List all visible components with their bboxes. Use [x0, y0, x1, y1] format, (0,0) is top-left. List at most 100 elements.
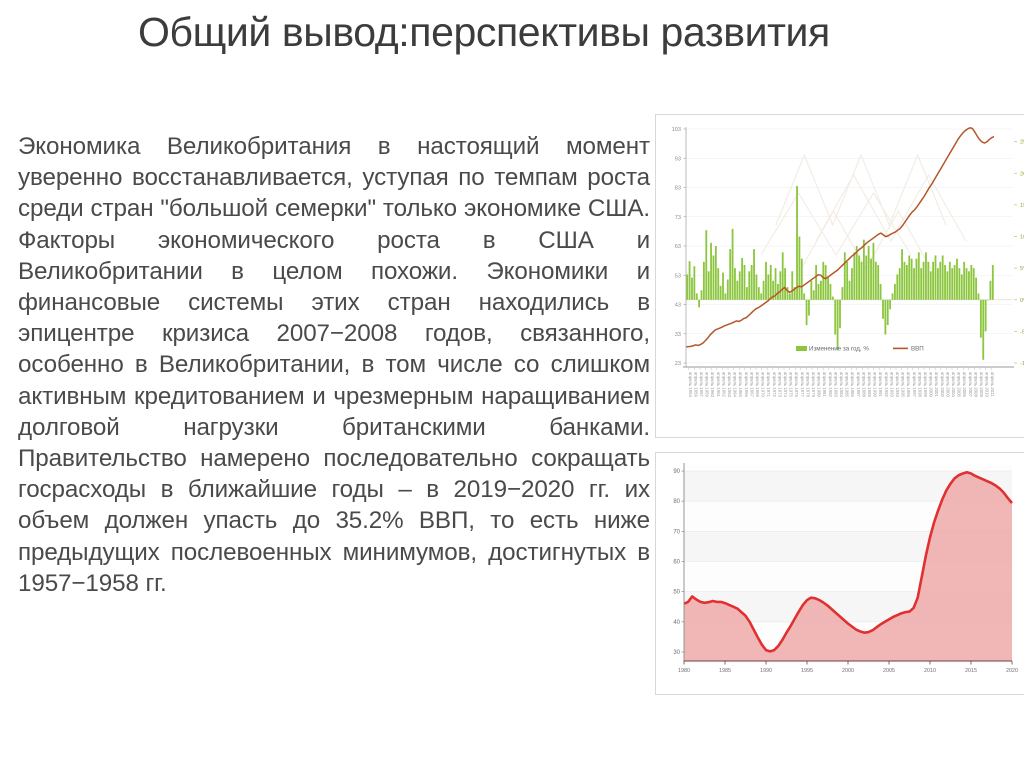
svg-text:апрель 1992: апрель 1992	[884, 372, 889, 397]
svg-text:2000: 2000	[842, 668, 854, 674]
svg-text:апрель 1960: апрель 1960	[710, 372, 715, 397]
svg-text:апрель 1995: апрель 1995	[901, 372, 906, 397]
svg-text:50: 50	[673, 590, 680, 596]
svg-text:60: 60	[673, 559, 680, 565]
svg-text:апрель 1979: апрель 1979	[811, 372, 816, 397]
svg-text:апрель 2009: апрель 2009	[979, 372, 984, 397]
svg-text:1980: 1980	[678, 668, 690, 674]
svg-text:апрель 2003: апрель 2003	[945, 372, 950, 397]
chart-gridlines	[686, 128, 1012, 364]
svg-text:1995: 1995	[801, 668, 813, 674]
svg-text:апрель 2011: апрель 2011	[990, 372, 995, 397]
svg-text:апрель 1991: апрель 1991	[878, 372, 883, 397]
svg-text:апрель 2001: апрель 2001	[934, 372, 939, 397]
svg-text:апрель 1997: апрель 1997	[912, 372, 917, 397]
svg-text:0%: 0%	[1020, 298, 1024, 304]
svg-text:30: 30	[673, 650, 680, 656]
svg-text:апрель 1986: апрель 1986	[850, 372, 855, 397]
chart-x-axis-labels: 1980 1985 1990 1995 2000 2005 2010 2015 2020	[678, 661, 1018, 674]
svg-text:апрель 1984: апрель 1984	[839, 372, 844, 397]
svg-text:апрель 2006: апрель 2006	[962, 372, 967, 397]
svg-text:53: 53	[675, 273, 681, 279]
page-title: Общий вывод:перспективы развития	[138, 9, 830, 55]
svg-text:63: 63	[675, 244, 681, 250]
svg-text:80: 80	[673, 499, 680, 505]
chart-y-axis-labels: 90 80 70 60 50 40 30	[673, 469, 684, 656]
svg-text:апрель 1976: апрель 1976	[794, 372, 799, 397]
svg-text:апрель 2005: апрель 2005	[957, 372, 962, 397]
svg-text:апрель 1963: апрель 1963	[727, 372, 732, 397]
svg-text:апрель 1967: апрель 1967	[749, 372, 754, 397]
svg-text:апрель 1970: апрель 1970	[761, 372, 766, 397]
svg-text:апрель 2010: апрель 2010	[985, 372, 990, 397]
svg-text:25%: 25%	[1020, 140, 1024, 146]
svg-text:апрель 1993: апрель 1993	[889, 372, 894, 397]
svg-text:апрель 1998: апрель 1998	[917, 372, 922, 397]
chart-left-axis-labels: 103 93 83 73 63 53 43 33 23	[672, 127, 686, 367]
svg-text:апрель 2002: апрель 2002	[940, 372, 945, 397]
chart-legend: Изменение за год, % ВВП	[796, 346, 924, 353]
svg-text:апрель 1956: апрель 1956	[693, 372, 698, 397]
svg-text:апрель 2004: апрель 2004	[951, 372, 956, 397]
chart-right-axis-labels: 25% 20% 15% 10% 5% 0% -5% -10%	[1014, 140, 1024, 367]
svg-text:1985: 1985	[719, 668, 731, 674]
svg-text:апрель 2000: апрель 2000	[929, 372, 934, 397]
chart-x-axis-labels: апрель 1954 апрель 1956 апрель 1957 апрель …	[688, 367, 995, 397]
svg-text:апрель 1988: апрель 1988	[861, 372, 866, 397]
svg-text:апрель 1964: апрель 1964	[733, 372, 738, 397]
svg-text:2010: 2010	[924, 668, 936, 674]
svg-text:апрель 1971: апрель 1971	[766, 372, 771, 397]
svg-text:20%: 20%	[1020, 171, 1024, 177]
svg-text:1990: 1990	[760, 668, 772, 674]
svg-text:-5%: -5%	[1020, 329, 1024, 335]
svg-text:апрель 2007: апрель 2007	[968, 372, 973, 397]
svg-text:-10%: -10%	[1020, 361, 1024, 367]
svg-text:40: 40	[673, 620, 680, 626]
svg-text:апрель 1978: апрель 1978	[805, 372, 810, 397]
svg-text:апрель 1987: апрель 1987	[856, 372, 861, 397]
svg-text:апрель 1981: апрель 1981	[822, 372, 827, 397]
svg-text:83: 83	[675, 186, 681, 192]
svg-text:апрель 1972: апрель 1972	[772, 372, 777, 397]
svg-text:апрель 1957: апрель 1957	[699, 372, 704, 397]
chart-house-prices-gdp: 103 93 83 73 63 53 43 33 23 25% 20% 15% 10% 5% 0% -5% -…	[655, 114, 1024, 438]
svg-text:апрель 1996: апрель 1996	[906, 372, 911, 397]
svg-text:10%: 10%	[1020, 235, 1024, 241]
svg-text:апрель 1969: апрель 1969	[755, 372, 760, 397]
svg-text:апрель 1959: апрель 1959	[705, 372, 710, 397]
chart-one-svg: 103 93 83 73 63 53 43 33 23 25% 20% 15% 10% 5% 0% -5% -…	[672, 127, 1024, 397]
svg-text:апрель 1999: апрель 1999	[923, 372, 928, 397]
chart-public-debt: 90 80 70 60 50 40 30 1980 1985 1990 1995 2000 2005 2…	[655, 452, 1024, 695]
svg-text:апрель 1962: апрель 1962	[721, 372, 726, 397]
svg-text:Изменение за год, %: Изменение за год, %	[809, 346, 869, 353]
body-paragraph: Экономика Великобритания в настоящий мом…	[18, 133, 650, 597]
svg-text:апрель 1990: апрель 1990	[873, 372, 878, 397]
svg-text:апрель 1966: апрель 1966	[744, 372, 749, 397]
svg-text:15%: 15%	[1020, 203, 1024, 209]
svg-text:апрель 2008: апрель 2008	[973, 372, 978, 397]
svg-text:93: 93	[675, 156, 681, 162]
svg-text:70: 70	[673, 529, 680, 535]
svg-text:апрель 1975: апрель 1975	[789, 372, 794, 397]
svg-text:апрель 1961: апрель 1961	[716, 372, 721, 397]
svg-text:2020: 2020	[1006, 668, 1018, 674]
svg-text:23: 23	[675, 361, 681, 367]
svg-text:апрель 1982: апрель 1982	[828, 372, 833, 397]
svg-text:апрель 1973: апрель 1973	[777, 372, 782, 397]
svg-text:апрель 1977: апрель 1977	[800, 372, 805, 397]
svg-text:апрель 1989: апрель 1989	[867, 372, 872, 397]
svg-text:апрель 1985: апрель 1985	[845, 372, 850, 397]
svg-text:апрель 1983: апрель 1983	[833, 372, 838, 397]
svg-text:апрель 1974: апрель 1974	[783, 372, 788, 397]
svg-text:апрель 1954: апрель 1954	[688, 372, 693, 397]
svg-text:90: 90	[673, 469, 680, 475]
svg-text:5%: 5%	[1020, 266, 1024, 272]
svg-text:2015: 2015	[965, 668, 977, 674]
svg-text:33: 33	[675, 332, 681, 338]
chart-two-svg: 90 80 70 60 50 40 30 1980 1985 1990 1995 2000 2005 2…	[673, 463, 1018, 674]
svg-text:апрель 1994: апрель 1994	[895, 372, 900, 397]
svg-text:апрель 1980: апрель 1980	[817, 372, 822, 397]
svg-text:73: 73	[675, 215, 681, 221]
svg-text:апрель 1965: апрель 1965	[738, 372, 743, 397]
svg-text:ВВП: ВВП	[911, 346, 924, 353]
